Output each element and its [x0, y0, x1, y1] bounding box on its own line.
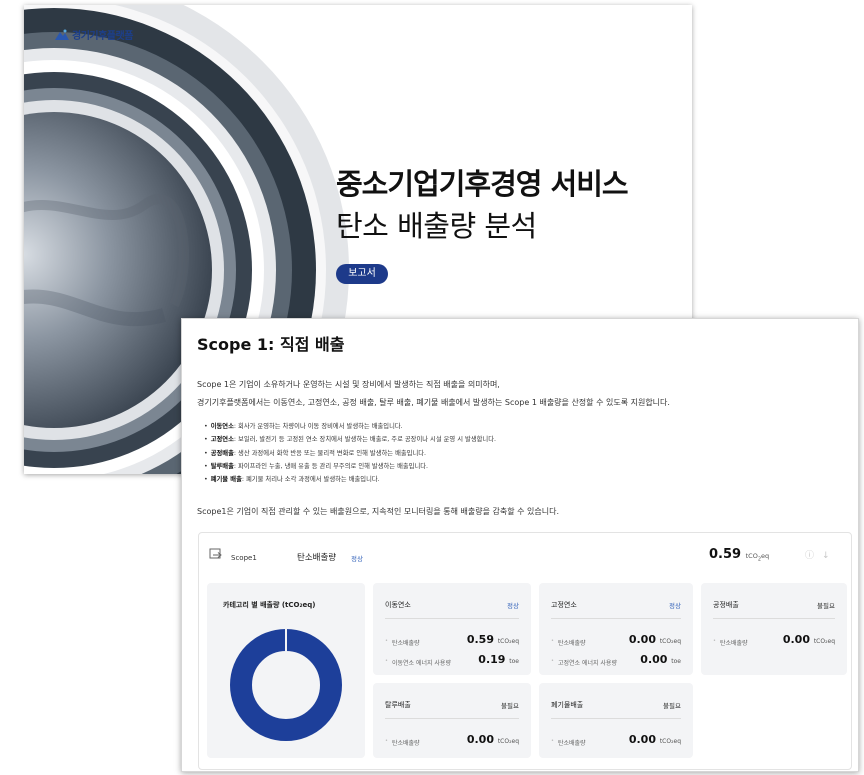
info-icon[interactable]: ⓘ: [805, 551, 822, 561]
metric-value: 0.00 tCO₂eq: [629, 633, 681, 646]
total-emission-value: 0.59 tCO2eq: [709, 547, 769, 562]
metric-value: 0.19 toe: [478, 653, 519, 666]
metric-label: 이동연소 에너지 사용량: [385, 658, 451, 667]
category-chart-title: 카테고리 별 배출량 (tCO₂eq): [223, 601, 316, 609]
card-title: 고정연소: [551, 601, 577, 609]
metric-label: 탄소배출량: [551, 638, 586, 647]
category-chart-card: 카테고리 별 배출량 (tCO₂eq): [207, 583, 365, 758]
card-status: 정상: [669, 602, 681, 610]
metric-label: 탄소배출량: [713, 638, 748, 647]
unit: tCO₂eq: [813, 638, 835, 645]
scope1-report-page: Scope 1: 직접 배출 Scope 1은 기업이 소유하거나 운영하는 시…: [181, 318, 859, 772]
download-icon[interactable]: ↓: [822, 551, 838, 561]
platform-logo: 경기기후플랫폼: [54, 27, 133, 42]
page-title: Scope 1: 직접 배출: [197, 335, 345, 354]
value: 0.00: [628, 633, 656, 646]
category-donut-chart: [230, 627, 342, 741]
definition-term: 이동연소: [210, 423, 234, 430]
metric-value: 0.00 tCO₂eq: [467, 733, 519, 746]
donut-ring: [230, 629, 342, 741]
cover-title: 중소기업기후경영 서비스: [336, 167, 629, 201]
unit: tCO₂eq: [497, 638, 519, 645]
definition-item: 공정배출: 생산 과정에서 화학 반응 또는 물리적 변화로 인해 발생하는 배…: [204, 447, 496, 460]
card-divider: [385, 718, 519, 719]
metric-label: 탄소배출량: [385, 738, 420, 747]
intro-line: Scope 1은 기업이 소유하거나 운영하는 시설 및 장비에서 발생하는 직…: [197, 380, 500, 389]
mobile-combustion-card: 이동연소 정상 탄소배출량 0.59 tCO₂eq 이동연소 에너지 사용량 0…: [373, 583, 531, 675]
card-title: 탈루배출: [385, 701, 411, 709]
unit-label: tCO2eq: [745, 552, 770, 562]
unit: tCO₂eq: [659, 638, 681, 645]
stationary-combustion-card: 고정연소 정상 탄소배출량 0.00 tCO₂eq 고정연소 에너지 사용량 0…: [539, 583, 693, 675]
definition-list: 이동연소: 회사가 운영하는 차량이나 이동 장비에서 발생하는 배출입니다. …: [204, 420, 496, 486]
definition-desc: : 폐기물 처리나 소각 과정에서 발생하는 배출입니다.: [241, 476, 380, 484]
card-status: 정상: [507, 602, 519, 610]
cover-subtitle: 탄소 배출량 분석: [336, 209, 537, 243]
definition-item: 이동연소: 회사가 운영하는 차량이나 이동 장비에서 발생하는 배출입니다.: [204, 420, 496, 433]
metric-value: 0.00 tCO₂eq: [629, 733, 681, 746]
value: 0.19: [478, 653, 506, 666]
panel-action-icons: ⓘ↓: [805, 548, 838, 561]
value: 0.00: [782, 633, 810, 646]
total-value: 0.59: [709, 547, 742, 562]
scope1-emission-panel: Scope1 탄소배출량 정상 0.59 tCO2eq ⓘ↓ 카테고리 별 배출…: [198, 532, 852, 770]
definition-desc: : 생산 과정에서 화학 반응 또는 물리적 변화로 인해 발생하는 배출입니다…: [233, 449, 427, 457]
logo-text: 경기기후플랫폼: [72, 31, 133, 42]
unit: tCO₂eq: [497, 738, 519, 745]
definition-item: 폐기물 배출: 폐기물 처리나 소각 과정에서 발생하는 배출입니다.: [204, 473, 496, 486]
card-status: 불필요: [501, 702, 519, 710]
summary-paragraph: Scope1은 기업이 직접 관리할 수 있는 배출원으로, 지속적인 모니터링…: [197, 507, 560, 516]
definition-item: 고정연소: 보일러, 발전기 등 고정된 연소 장치에서 발생하는 배출로, 주…: [204, 433, 496, 446]
value: 0.00: [628, 733, 656, 746]
definition-desc: : 파이프라인 누출, 냉매 유출 등 관리 부주의로 인해 발생하는 배출입니…: [233, 462, 429, 470]
status-badge: 정상: [351, 555, 363, 563]
definition-item: 탈루배출: 파이프라인 누출, 냉매 유출 등 관리 부주의로 인해 발생하는 …: [204, 460, 496, 473]
value: 0.59: [466, 633, 494, 646]
metric-label: 탄소배출량: [551, 738, 586, 747]
card-divider: [551, 718, 681, 719]
unit: toe: [671, 658, 681, 665]
mountain-logo-icon: [55, 29, 69, 40]
card-divider: [713, 618, 835, 619]
card-title: 공정배출: [713, 601, 739, 609]
intro-line: 경기기후플랫폼에서는 이동연소, 고정연소, 공정 배출, 탈루 배출, 폐기물…: [197, 398, 670, 407]
card-status: 불필요: [663, 702, 681, 710]
card-title: 폐기물배출: [551, 701, 584, 709]
value: 0.00: [466, 733, 494, 746]
unit-tail: eq: [761, 552, 770, 560]
card-title: 이동연소: [385, 601, 411, 609]
metric-value: 0.00 tCO₂eq: [783, 633, 835, 646]
value: 0.00: [640, 653, 668, 666]
intro-paragraph: Scope 1은 기업이 소유하거나 운영하는 시설 및 장비에서 발생하는 직…: [197, 376, 670, 412]
card-divider: [385, 618, 519, 619]
process-emission-card: 공정배출 불필요 탄소배출량 0.00 tCO₂eq: [701, 583, 847, 675]
emission-label: 탄소배출량: [297, 553, 337, 563]
fugitive-emission-card: 탈루배출 불필요 탄소배출량 0.00 tCO₂eq: [373, 683, 531, 758]
report-icon: [209, 548, 222, 559]
unit: toe: [509, 658, 519, 665]
waste-emission-card: 폐기물배출 불필요 탄소배출량 0.00 tCO₂eq: [539, 683, 693, 758]
unit: tCO₂eq: [659, 738, 681, 745]
metric-value: 0.59 tCO₂eq: [467, 633, 519, 646]
definition-term: 공정배출: [210, 449, 234, 457]
card-status: 불필요: [817, 602, 835, 610]
scope-label: Scope1: [231, 554, 257, 562]
definition-desc: : 회사가 운영하는 차량이나 이동 장비에서 발생하는 배출입니다.: [233, 423, 403, 430]
definition-term: 탈루배출: [210, 462, 234, 470]
metric-label: 탄소배출량: [385, 638, 420, 647]
definition-term: 폐기물 배출: [210, 476, 242, 484]
report-tag-badge: 보고서: [336, 264, 388, 284]
unit-main: tCO: [745, 552, 758, 560]
card-divider: [551, 618, 681, 619]
metric-label: 고정연소 에너지 사용량: [551, 658, 617, 667]
metric-value: 0.00 toe: [640, 653, 681, 666]
definition-term: 고정연소: [210, 436, 234, 444]
definition-desc: : 보일러, 발전기 등 고정된 연소 장치에서 발생하는 배출로, 주로 공장…: [233, 436, 496, 444]
